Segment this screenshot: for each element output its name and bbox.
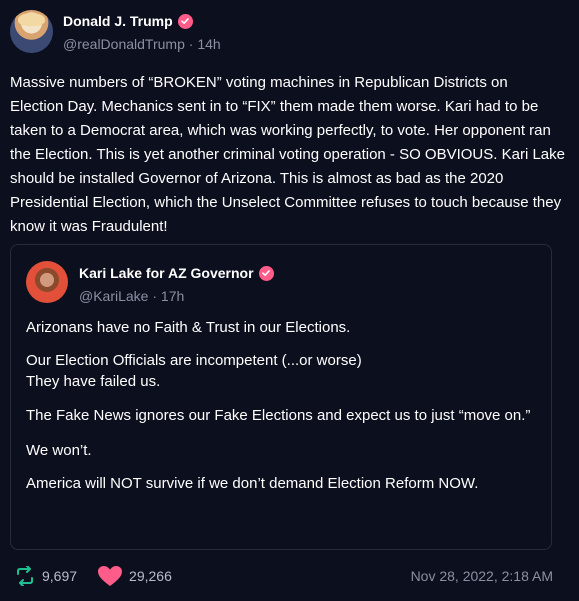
- post-time[interactable]: 14h: [197, 36, 220, 52]
- heart-icon: [98, 566, 123, 586]
- post: Donald J. Trump @realDonaldTrump · 14h M…: [0, 0, 579, 601]
- author-name-row: Donald J. Trump: [63, 13, 193, 29]
- quoted-paragraph: Arizonans have no Faith & Trust in our E…: [26, 319, 351, 336]
- quoted-paragraph: America will NOT survive if we don’t dem…: [26, 475, 479, 492]
- separator-dot: ·: [152, 288, 161, 304]
- post-timestamp[interactable]: Nov 28, 2022, 2:18 AM: [411, 568, 553, 584]
- quoted-paragraph: Our Election Officials are incompetent (…: [26, 352, 362, 369]
- quoted-paragraph: They have failed us.: [26, 373, 161, 390]
- restruth-count: 9,697: [42, 568, 78, 584]
- post-text: Massive numbers of “BROKEN” voting machi…: [10, 74, 565, 235]
- like-count: 29,266: [129, 568, 172, 584]
- verified-badge-icon: [258, 265, 274, 281]
- quoted-post-text: Arizonans have no Faith & Trust in our E…: [26, 317, 536, 506]
- author-display-name[interactable]: Donald J. Trump: [63, 13, 173, 29]
- quoted-author-handle[interactable]: @KariLake: [79, 288, 148, 304]
- quoted-post[interactable]: Kari Lake for AZ Governor @KariLake · 17…: [10, 244, 552, 550]
- quoted-post-time[interactable]: 17h: [161, 288, 184, 304]
- author-handle-row: @realDonaldTrump · 14h: [63, 36, 221, 52]
- quoted-author-name-row: Kari Lake for AZ Governor: [79, 265, 274, 281]
- restruth-icon: [17, 566, 33, 586]
- verified-badge-icon: [177, 13, 193, 29]
- like-button[interactable]: 29,266: [97, 565, 172, 587]
- post-actions: 9,697 29,266: [14, 565, 192, 587]
- author-handle[interactable]: @realDonaldTrump: [63, 36, 185, 52]
- quoted-author-display-name[interactable]: Kari Lake for AZ Governor: [79, 265, 254, 281]
- quoted-author-avatar[interactable]: [26, 261, 68, 303]
- quoted-paragraph: We won’t.: [26, 442, 92, 459]
- restruth-button[interactable]: 9,697: [14, 566, 77, 586]
- quoted-author-handle-row: @KariLake · 17h: [79, 288, 184, 304]
- quoted-paragraph: The Fake News ignores our Fake Elections…: [26, 407, 531, 424]
- author-avatar[interactable]: [10, 10, 53, 53]
